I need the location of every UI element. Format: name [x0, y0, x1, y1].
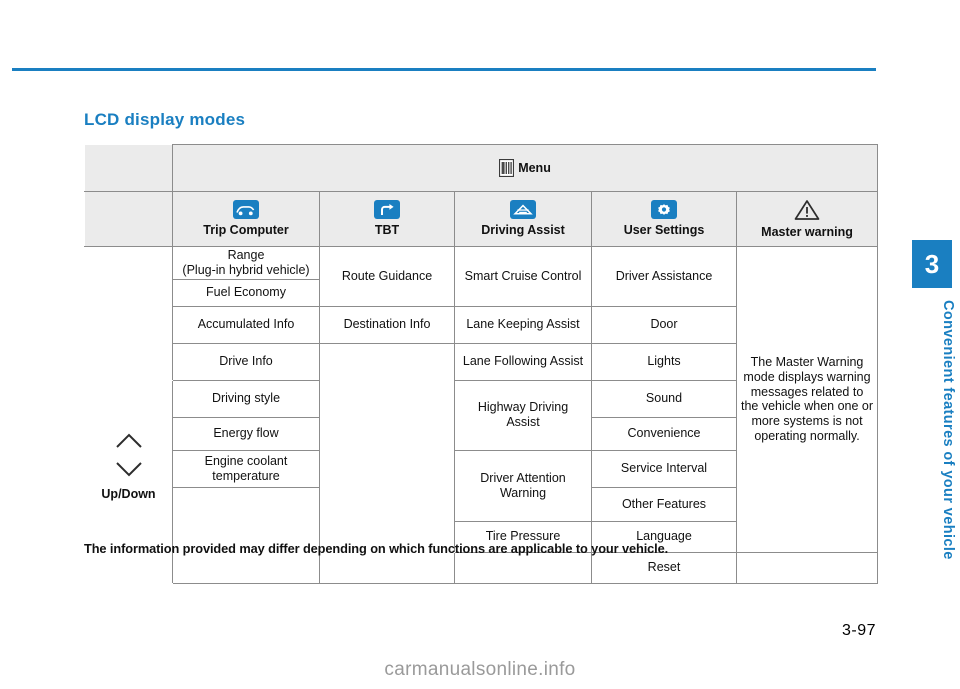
cell-tbt-empty — [319, 342, 455, 553]
chevron-up-icon — [115, 433, 142, 448]
updown-cell-top — [84, 246, 173, 381]
chapter-number-tab: 3 — [912, 240, 952, 288]
updown-label: Up/Down — [101, 486, 156, 501]
cell-tbt-empty-2 — [319, 551, 455, 584]
user-settings-gear-icon — [651, 200, 677, 220]
cell-range-line2: (Plug-in hybrid vehicle) — [182, 262, 310, 277]
cell-other-features: Other Features — [591, 486, 737, 522]
cell-highway-line2: Assist — [506, 415, 540, 429]
header-rule — [12, 68, 876, 71]
watermark: carmanualsonline.info — [384, 659, 576, 680]
table-note: The information provided may differ depe… — [84, 541, 669, 556]
cell-highway-line1: Highway Driving — [477, 400, 569, 415]
cell-lane-following-assist: Lane Following Assist — [454, 342, 592, 381]
category-tbt-label: TBT — [374, 223, 400, 238]
cell-sound: Sound — [591, 379, 737, 418]
category-driving-assist[interactable]: Driving Assist — [454, 191, 592, 247]
cell-lane-keeping-assist: Lane Keeping Assist — [454, 305, 592, 344]
cell-driver-attention-warning: Driver Attention Warning — [454, 449, 592, 522]
cell-driver-assistance: Driver Assistance — [591, 246, 737, 307]
category-spacer-cell — [84, 191, 173, 247]
cell-convenience: Convenience — [591, 416, 737, 451]
category-master-warning[interactable]: Master warning — [735, 191, 879, 247]
cell-coolant-line1: Engine coolant — [204, 453, 288, 468]
category-trip-computer-label: Trip Computer — [203, 223, 289, 238]
trip-computer-icon — [233, 200, 259, 220]
cell-driving-style: Driving style — [172, 379, 320, 418]
cell-door: Door — [591, 305, 737, 344]
cell-lights: Lights — [591, 342, 737, 381]
cell-trip-computer-empty-2 — [172, 551, 320, 584]
chapter-title-vertical: Convenient features of your vehicle — [940, 300, 956, 560]
updown-cell-bottom — [84, 551, 173, 584]
header-spacer-cell — [84, 144, 173, 192]
cell-range-line1: Range — [227, 248, 265, 262]
menu-list-icon — [499, 159, 515, 177]
warning-triangle-icon — [794, 199, 820, 220]
driving-assist-icon — [510, 200, 536, 220]
category-trip-computer[interactable]: Trip Computer — [172, 191, 320, 247]
cell-attention-line1: Driver Attention — [480, 470, 566, 485]
cell-engine-coolant-temperature: Engine coolant temperature — [172, 449, 320, 488]
cell-fuel-economy: Fuel Economy — [172, 278, 320, 307]
page-title: LCD display modes — [84, 110, 246, 129]
cell-range: Range (Plug-in hybrid vehicle) — [172, 246, 320, 280]
menu-header-label: Menu — [518, 160, 551, 175]
turn-by-turn-icon — [374, 200, 400, 220]
page-number: 3-97 — [841, 622, 876, 639]
category-driving-assist-label: Driving Assist — [481, 223, 565, 238]
cell-service-interval: Service Interval — [591, 449, 737, 488]
category-master-warning-label: Master warning — [761, 224, 853, 239]
table-row: Range (Plug-in hybrid vehicle) Route Gui… — [84, 246, 879, 553]
updown-cell: Up/Down — [84, 379, 173, 553]
cell-master-warning-text: The Master Warning mode displays warning… — [735, 246, 879, 553]
table-row: Reset — [84, 551, 879, 584]
lcd-display-modes-table: Menu Trip Computer TBT Driving Assist Us… — [84, 144, 879, 584]
chevron-down-icon — [115, 461, 142, 477]
menu-header-cell: Menu — [171, 144, 879, 192]
cell-attention-line2: Warning — [499, 485, 547, 500]
cell-master-warning-empty — [735, 551, 879, 584]
category-tbt[interactable]: TBT — [319, 191, 455, 247]
cell-highway-driving-assist: Highway Driving Assist — [454, 379, 592, 451]
cell-accumulated-info: Accumulated Info — [172, 305, 320, 344]
table-category-row: Trip Computer TBT Driving Assist User Se… — [84, 191, 879, 247]
cell-destination-info: Destination Info — [319, 305, 455, 344]
table-header-row: Menu — [84, 144, 879, 192]
cell-smart-cruise-control: Smart Cruise Control — [454, 246, 592, 307]
category-user-settings-label: User Settings — [623, 223, 705, 238]
category-user-settings[interactable]: User Settings — [591, 191, 737, 247]
cell-energy-flow: Energy flow — [172, 416, 320, 451]
cell-drive-info: Drive Info — [172, 342, 320, 381]
cell-reset: Reset — [591, 551, 737, 584]
cell-route-guidance: Route Guidance — [319, 246, 455, 307]
cell-coolant-line2: temperature — [212, 468, 280, 483]
cell-driving-assist-empty — [454, 551, 592, 584]
